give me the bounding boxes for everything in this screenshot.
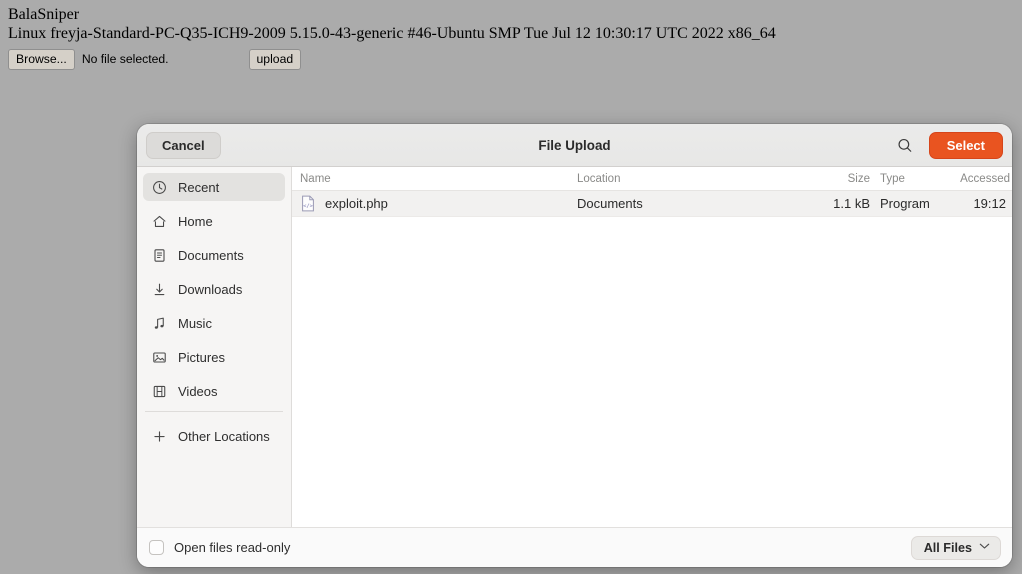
file-list-header: Name Location Size Type Accessed xyxy=(292,167,1012,191)
image-icon xyxy=(151,349,167,365)
sidebar-item-label: Home xyxy=(178,213,213,229)
file-location-cell: Documents xyxy=(577,196,643,211)
plus-icon xyxy=(151,428,167,444)
clock-icon xyxy=(151,179,167,195)
no-file-selected-label: No file selected. xyxy=(81,52,169,67)
sidebar-item-pictures[interactable]: Pictures xyxy=(143,343,285,371)
column-header-type[interactable]: Type xyxy=(878,173,940,185)
sidebar-item-home[interactable]: Home xyxy=(143,207,285,235)
sidebar-item-recent[interactable]: Recent xyxy=(143,173,285,201)
table-row[interactable]: </> exploit.php Documents 1.1 kB Program… xyxy=(292,191,1012,217)
download-icon xyxy=(151,281,167,297)
column-header-location[interactable]: Location xyxy=(575,173,792,185)
code-file-icon: </> xyxy=(300,195,316,212)
dialog-body: Recent Home Documents Downloads Music Pi… xyxy=(137,167,1012,527)
headerbar-right-group: Select xyxy=(891,124,1003,167)
sidebar-item-label: Pictures xyxy=(178,349,225,365)
read-only-checkbox-row[interactable]: Open files read-only xyxy=(149,540,290,555)
sidebar-item-downloads[interactable]: Downloads xyxy=(143,275,285,303)
search-icon xyxy=(898,138,912,152)
home-icon xyxy=(151,213,167,229)
file-name-label: exploit.php xyxy=(325,196,388,211)
column-header-size[interactable]: Size xyxy=(792,173,878,185)
file-list: Name Location Size Type Accessed </> exp… xyxy=(292,167,1012,527)
browse-button[interactable]: Browse... xyxy=(8,48,75,71)
film-icon xyxy=(151,383,167,399)
file-upload-dialog: Cancel File Upload Select Recent Home Do… xyxy=(137,124,1012,567)
sidebar-item-label: Downloads xyxy=(178,281,243,297)
read-only-label: Open files read-only xyxy=(174,540,291,555)
app-name-heading: BalaSniper xyxy=(8,6,80,23)
cancel-button[interactable]: Cancel xyxy=(146,131,221,159)
search-button[interactable] xyxy=(891,132,919,160)
sidebar-item-label: Documents xyxy=(178,247,244,263)
file-accessed-cell: 19:12 xyxy=(973,196,1006,211)
upload-button[interactable]: upload xyxy=(248,48,302,71)
file-name-cell: </> exploit.php xyxy=(292,195,575,212)
file-filter-dropdown[interactable]: All Files xyxy=(910,535,1001,560)
sidebar-item-label: Videos xyxy=(178,383,218,399)
sidebar-item-label: Music xyxy=(178,315,212,331)
read-only-checkbox[interactable] xyxy=(149,540,164,555)
upload-form: Browse... No file selected. upload xyxy=(8,48,1014,71)
dialog-footer: Open files read-only All Files xyxy=(137,527,1012,567)
places-sidebar: Recent Home Documents Downloads Music Pi… xyxy=(137,167,292,527)
sidebar-item-label: Recent xyxy=(178,179,220,195)
file-type-cell: Program xyxy=(880,196,930,211)
sidebar-item-label: Other Locations xyxy=(178,428,270,444)
svg-text:</>: </> xyxy=(303,203,313,209)
music-note-icon xyxy=(151,315,167,331)
file-size-cell: 1.1 kB xyxy=(833,196,870,211)
sidebar-item-music[interactable]: Music xyxy=(143,309,285,337)
file-list-body: </> exploit.php Documents 1.1 kB Program… xyxy=(292,191,1012,527)
sidebar-item-other-locations[interactable]: Other Locations xyxy=(143,422,285,450)
web-page-content: BalaSniper Linux freyja-Standard-PC-Q35-… xyxy=(0,0,1022,71)
uname-output: Linux freyja-Standard-PC-Q35-ICH9-2009 5… xyxy=(8,24,776,42)
file-filter-label: All Files xyxy=(923,540,972,555)
column-header-accessed[interactable]: Accessed xyxy=(940,173,1012,185)
column-header-name[interactable]: Name xyxy=(292,173,575,185)
sidebar-item-documents[interactable]: Documents xyxy=(143,241,285,269)
sidebar-separator xyxy=(145,411,283,412)
dialog-headerbar: Cancel File Upload Select xyxy=(137,124,1012,167)
dialog-title: File Upload xyxy=(538,137,611,153)
select-button[interactable]: Select xyxy=(928,132,1003,159)
sidebar-item-videos[interactable]: Videos xyxy=(143,377,285,405)
document-icon xyxy=(151,247,167,263)
chevron-down-icon xyxy=(979,542,990,553)
